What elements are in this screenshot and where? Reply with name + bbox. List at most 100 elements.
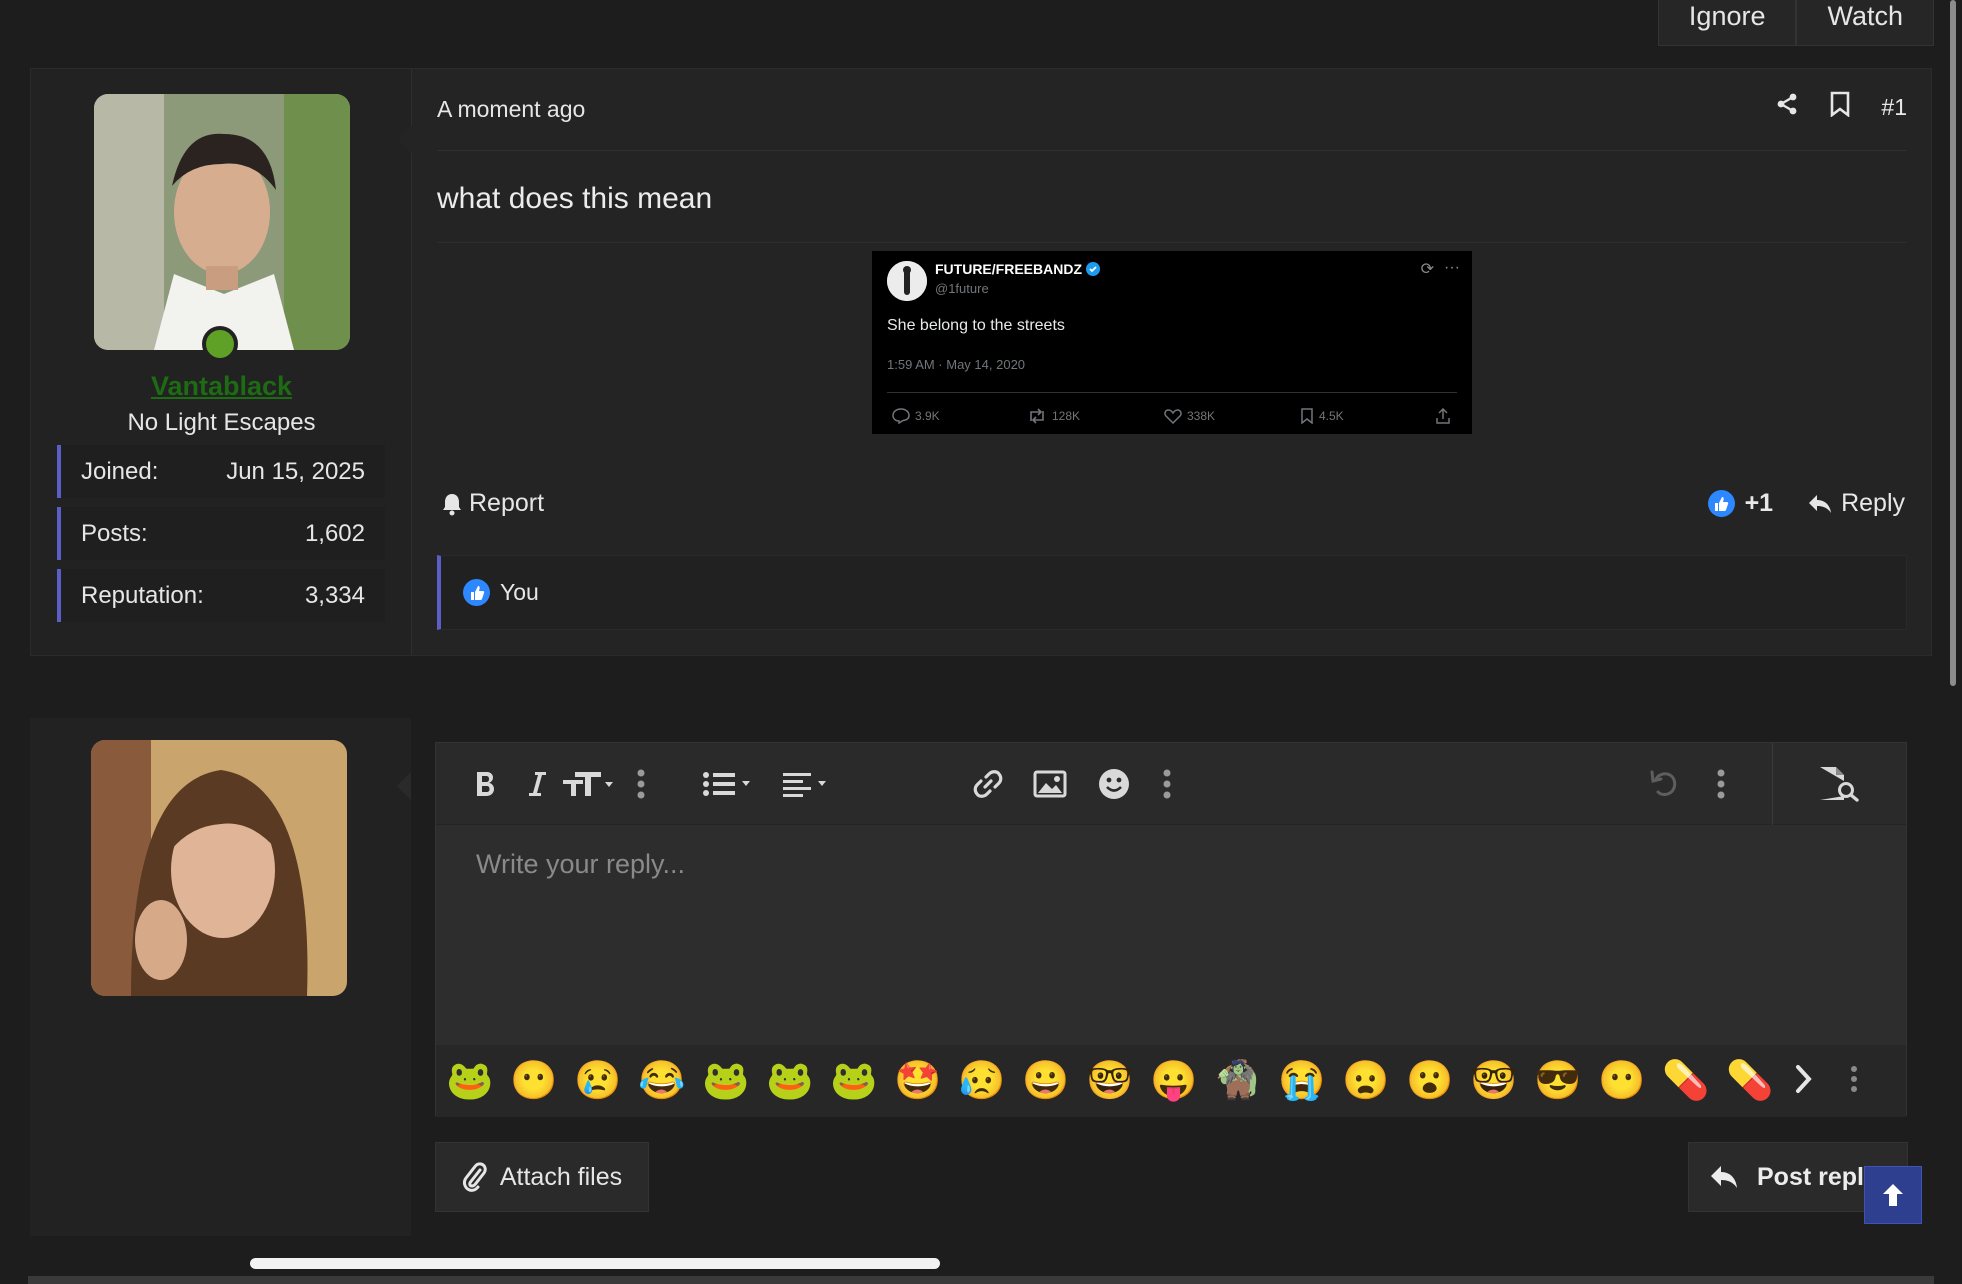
emoji-button[interactable]: 🐸 xyxy=(446,1057,494,1105)
upload-icon xyxy=(1436,408,1450,424)
author-username[interactable]: Vantablack xyxy=(31,371,412,402)
reply-button[interactable]: Reply xyxy=(1807,489,1905,518)
reactions-list[interactable]: You xyxy=(437,555,1907,630)
stat-joined: Joined: Jun 15, 2025 xyxy=(57,445,385,498)
tweet-bookmarks-count: 4.5K xyxy=(1319,409,1344,423)
undo-icon[interactable] xyxy=(1646,761,1682,807)
tweet-replies: 3.9K xyxy=(892,408,940,424)
stat-label: Posts: xyxy=(81,519,148,547)
post: Vantablack No Light Escapes Joined: Jun … xyxy=(30,68,1932,656)
quick-reply: Write your reply... 🐸 😶 😢 😂 🐸 🐸 🐸 🤩 😥 😀 … xyxy=(30,718,1908,1236)
emoji-button[interactable]: 🤓 xyxy=(1086,1057,1134,1105)
tweet-share xyxy=(1435,408,1451,424)
vertical-scrollbar[interactable] xyxy=(1950,0,1956,686)
heart-icon xyxy=(1164,409,1182,424)
report-button[interactable]: Report xyxy=(441,489,544,518)
emoji-button[interactable]: 😭 xyxy=(1278,1057,1326,1105)
tweet-avatar xyxy=(887,261,927,301)
smiley-icon[interactable] xyxy=(1096,761,1132,807)
font-size-dropdown[interactable] xyxy=(560,761,622,807)
emoji-button[interactable]: 😥 xyxy=(958,1057,1006,1105)
emoji-button[interactable]: 🧌 xyxy=(1214,1057,1262,1105)
avatar-photo xyxy=(91,740,347,996)
thumbs-up-icon xyxy=(1707,490,1735,517)
more-insert-options-icon[interactable] xyxy=(1152,761,1182,807)
like-button[interactable]: +1 xyxy=(1707,489,1773,518)
watch-button[interactable]: Watch xyxy=(1796,0,1934,46)
bell-icon xyxy=(443,493,461,515)
emoji-button[interactable]: 🐸 xyxy=(702,1057,750,1105)
chevron-right-icon[interactable] xyxy=(1794,1064,1814,1099)
emoji-button[interactable]: 💊 xyxy=(1662,1057,1710,1105)
emoji-button[interactable]: 💊 xyxy=(1726,1057,1774,1105)
emoji-button[interactable]: 😎 xyxy=(1534,1057,1582,1105)
align-dropdown[interactable] xyxy=(782,761,836,807)
tweet-author-name: FUTURE/FREEBANDZ xyxy=(935,261,1100,277)
reply-author-pane xyxy=(30,718,411,1236)
divider xyxy=(1772,743,1773,825)
post-reply-label: Post reply xyxy=(1757,1162,1878,1191)
emoji-button[interactable]: 🤓 xyxy=(1470,1057,1518,1105)
stat-posts: Posts: 1,602 xyxy=(57,507,385,560)
avatar-photo xyxy=(94,94,350,350)
reply-editor: Write your reply... 🐸 😶 😢 😂 🐸 🐸 🐸 🤩 😥 😀 … xyxy=(435,742,1907,1117)
refresh-icon: ⟳ xyxy=(1420,261,1435,278)
emoji-button[interactable]: 😦 xyxy=(1342,1057,1390,1105)
thread-actions: Ignore Watch xyxy=(1657,0,1934,46)
thumbs-up-icon xyxy=(463,579,490,606)
tweet-top-icons: ⟳ ··· xyxy=(1421,259,1460,279)
reply-icon xyxy=(1809,494,1832,513)
bookmark-icon[interactable] xyxy=(1829,91,1851,123)
ignore-button[interactable]: Ignore xyxy=(1657,0,1797,46)
emoji-button[interactable]: 😢 xyxy=(574,1057,622,1105)
emoji-button[interactable]: 😀 xyxy=(1022,1057,1070,1105)
tweet-bookmarks: 4.5K xyxy=(1300,408,1344,424)
text-size-icon xyxy=(563,772,613,796)
scroll-to-top-button[interactable] xyxy=(1864,1166,1922,1224)
horizontal-scrollbar[interactable] xyxy=(250,1258,940,1269)
emoji-picker-row: 🐸 😶 😢 😂 🐸 🐸 🐸 🤩 😥 😀 🤓 😛 🧌 😭 😦 😮 🤓 😎 😶 💊 … xyxy=(436,1045,1906,1117)
post-body-text: what does this mean xyxy=(437,182,713,215)
post-date[interactable]: A moment ago xyxy=(437,96,585,123)
paperclip-icon xyxy=(462,1162,487,1192)
post-number[interactable]: #1 xyxy=(1881,94,1907,121)
emoji-button[interactable]: 😶 xyxy=(510,1057,558,1105)
editor-toolbar xyxy=(436,743,1906,825)
divider xyxy=(437,242,1907,243)
retweet-icon xyxy=(1030,408,1044,424)
link-icon[interactable] xyxy=(970,761,1006,807)
emoji-button[interactable]: 😛 xyxy=(1150,1057,1198,1105)
reply-textarea[interactable]: Write your reply... xyxy=(436,825,1906,1045)
emoji-button[interactable]: 😂 xyxy=(638,1057,686,1105)
tweet-embed[interactable]: FUTURE/FREEBANDZ @1future ⟳ ··· She belo… xyxy=(872,251,1472,434)
preview-icon[interactable] xyxy=(1816,761,1862,807)
more-text-options-icon[interactable] xyxy=(626,761,656,807)
avatar[interactable] xyxy=(91,740,347,996)
list-dropdown[interactable] xyxy=(702,761,758,807)
emoji-button[interactable]: 😮 xyxy=(1406,1057,1454,1105)
attach-files-label: Attach files xyxy=(499,1162,623,1191)
list-icon xyxy=(703,772,750,796)
tweet-likes: 338K xyxy=(1164,408,1215,424)
share-icon[interactable] xyxy=(1775,92,1799,122)
image-icon[interactable] xyxy=(1032,761,1068,807)
bookmark-icon xyxy=(1301,408,1313,424)
reactions-text: You xyxy=(500,579,539,605)
emoji-button[interactable]: 😶 xyxy=(1598,1057,1646,1105)
bold-icon[interactable] xyxy=(470,761,500,807)
italic-icon[interactable] xyxy=(522,761,552,807)
tweet-author-name-text: FUTURE/FREEBANDZ xyxy=(935,261,1082,277)
more-emoji-icon[interactable] xyxy=(1850,1064,1858,1099)
tweet-replies-count: 3.9K xyxy=(915,409,940,423)
divider xyxy=(437,150,1907,151)
attach-files-button[interactable]: Attach files xyxy=(435,1142,649,1212)
tweet-timestamp: 1:59 AM · May 14, 2020 xyxy=(887,357,1026,372)
reply-placeholder: Write your reply... xyxy=(476,849,686,879)
emoji-button[interactable]: 🐸 xyxy=(766,1057,814,1105)
emoji-button[interactable]: 🤩 xyxy=(894,1057,942,1105)
more-options-icon[interactable] xyxy=(1706,761,1736,807)
more-icon: ··· xyxy=(1444,259,1460,276)
tweet-likes-count: 338K xyxy=(1187,409,1216,423)
emoji-button[interactable]: 🐸 xyxy=(830,1057,878,1105)
avatar[interactable] xyxy=(94,94,350,350)
